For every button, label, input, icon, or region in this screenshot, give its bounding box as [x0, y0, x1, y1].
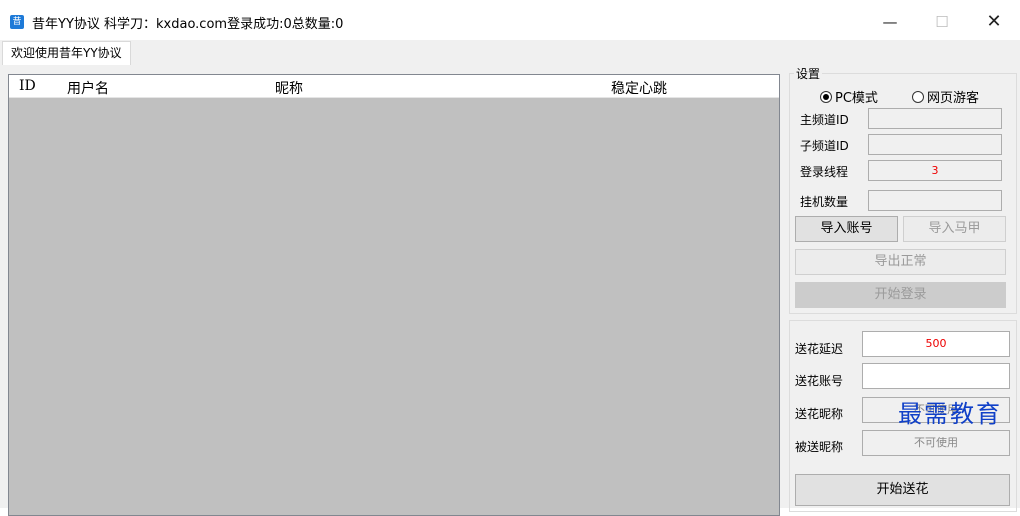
list-header: ID 用户名 昵称 稳定心跳: [9, 75, 779, 98]
title-bar: 昔 昔年YY协议 科学刀：kxdao.com登录成功:0总数量:0 — ☐ ✕: [0, 0, 1020, 40]
settings-group-title: 设置: [794, 65, 823, 82]
tab-strip: 欢迎使用昔年YY协议: [0, 40, 1020, 65]
flower-nickname-label: 送花昵称: [795, 407, 844, 421]
maximize-button[interactable]: ☐: [922, 8, 962, 36]
account-list[interactable]: ID 用户名 昵称 稳定心跳: [8, 74, 780, 516]
sub-channel-label: 子频道ID: [800, 139, 849, 153]
sub-channel-input[interactable]: [868, 134, 1002, 155]
radio-unselected-icon: [912, 91, 924, 103]
target-nickname-input[interactable]: 不可使用: [862, 430, 1010, 456]
hang-count-label: 挂机数量: [800, 195, 849, 209]
radio-pc-mode[interactable]: PC模式: [820, 87, 878, 106]
export-normal-button[interactable]: 导出正常: [795, 249, 1006, 275]
main-content: ID 用户名 昵称 稳定心跳 设置 PC模式 网页游客 主频道ID 子频道ID …: [0, 65, 1020, 516]
column-header-nickname[interactable]: 昵称: [275, 78, 303, 98]
app-icon: 昔: [10, 15, 24, 29]
close-button[interactable]: ✕: [974, 8, 1014, 36]
flower-account-label: 送花账号: [795, 374, 844, 388]
flower-delay-input[interactable]: 500: [862, 331, 1010, 357]
target-nickname-label: 被送昵称: [795, 440, 844, 454]
radio-selected-icon: [820, 91, 832, 103]
import-accounts-button[interactable]: 导入账号: [795, 216, 898, 242]
column-header-username[interactable]: 用户名: [67, 78, 109, 98]
radio-web-guest-label: 网页游客: [927, 91, 980, 106]
flower-delay-label: 送花延迟: [795, 342, 844, 356]
hang-count-input[interactable]: [868, 190, 1002, 211]
main-channel-input[interactable]: [868, 108, 1002, 129]
watermark-text: 最需教育: [898, 400, 1002, 428]
radio-pc-mode-label: PC模式: [835, 91, 878, 106]
main-channel-label: 主频道ID: [800, 113, 849, 127]
settings-group: 设置 PC模式 网页游客 主频道ID 子频道ID 登录线程 3 挂机数量 导入账…: [789, 65, 1017, 314]
radio-web-guest[interactable]: 网页游客: [912, 87, 979, 106]
window-title: 昔年YY协议 科学刀：kxdao.com登录成功:0总数量:0: [32, 17, 344, 32]
login-threads-label: 登录线程: [800, 165, 849, 179]
column-header-id[interactable]: ID: [19, 78, 36, 94]
start-flowers-button[interactable]: 开始送花: [795, 474, 1010, 506]
tab-welcome[interactable]: 欢迎使用昔年YY协议: [2, 41, 131, 65]
flower-account-input[interactable]: [862, 363, 1010, 389]
import-vest-button[interactable]: 导入马甲: [903, 216, 1006, 242]
start-login-button[interactable]: 开始登录: [795, 282, 1006, 308]
column-header-heartbeat[interactable]: 稳定心跳: [611, 78, 667, 98]
login-threads-input[interactable]: 3: [868, 160, 1002, 181]
minimize-button[interactable]: —: [870, 8, 910, 36]
